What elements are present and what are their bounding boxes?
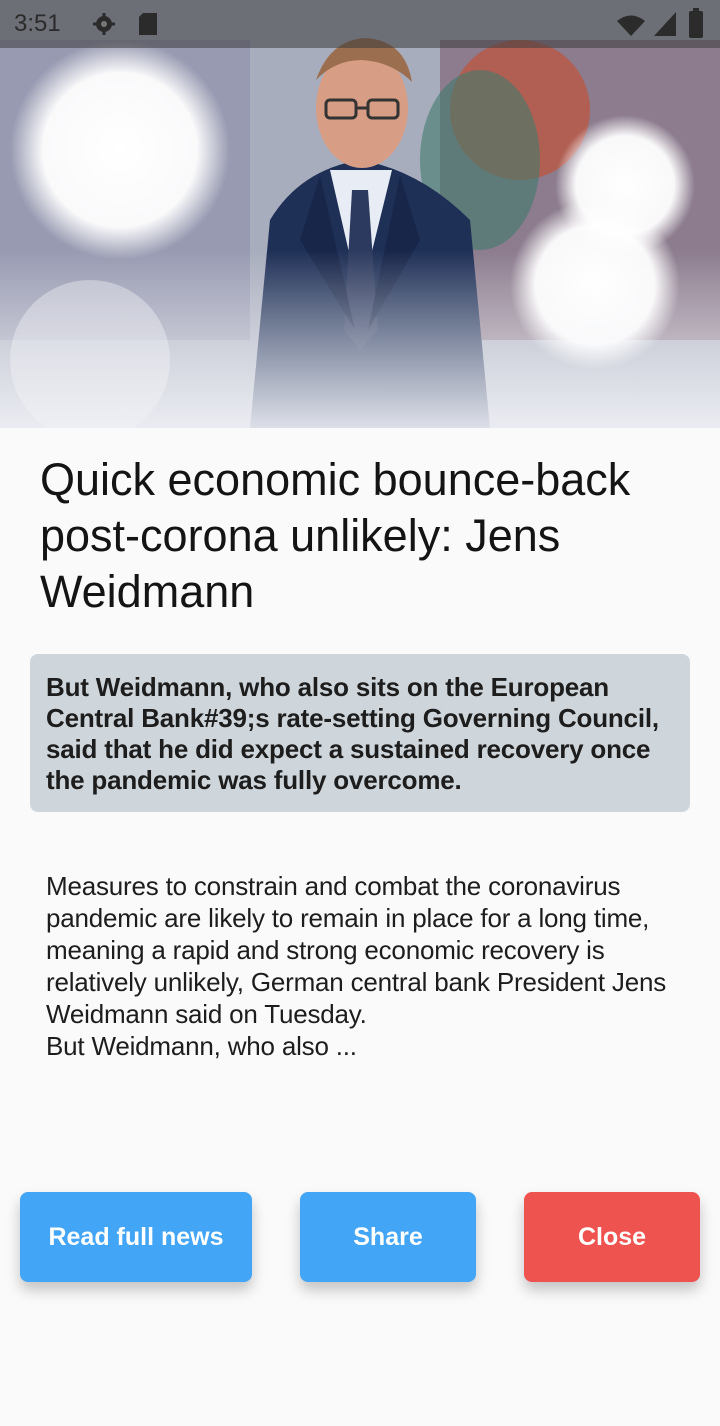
read-full-news-button[interactable]: Read full news <box>20 1192 252 1282</box>
hero-image <box>0 0 720 428</box>
article-title: Quick economic bounce-back post-corona u… <box>40 454 631 617</box>
status-bar: 3:51 <box>0 0 720 48</box>
signal-icon <box>654 12 676 41</box>
wifi-icon <box>616 14 646 41</box>
article-summary: Measures to constrain and combat the cor… <box>46 871 667 1061</box>
news-detail-screen: 3:51 Quick economic bounce-back post-cor… <box>0 0 720 1426</box>
read-full-news-label: Read full news <box>48 1222 224 1251</box>
gear-icon <box>92 12 116 41</box>
close-label: Close <box>577 1222 647 1251</box>
highlight-box: But Weidmann, who also sits on the Europ… <box>30 654 690 812</box>
share-label: Share <box>353 1222 423 1251</box>
highlight-text: But Weidmann, who also sits on the Europ… <box>46 672 659 795</box>
share-button[interactable]: Share <box>300 1192 476 1282</box>
sd-card-icon <box>138 12 158 41</box>
status-time: 3:51 <box>14 10 61 37</box>
battery-icon <box>688 8 704 43</box>
hero-photo <box>0 0 720 428</box>
close-button[interactable]: Close <box>524 1192 700 1282</box>
